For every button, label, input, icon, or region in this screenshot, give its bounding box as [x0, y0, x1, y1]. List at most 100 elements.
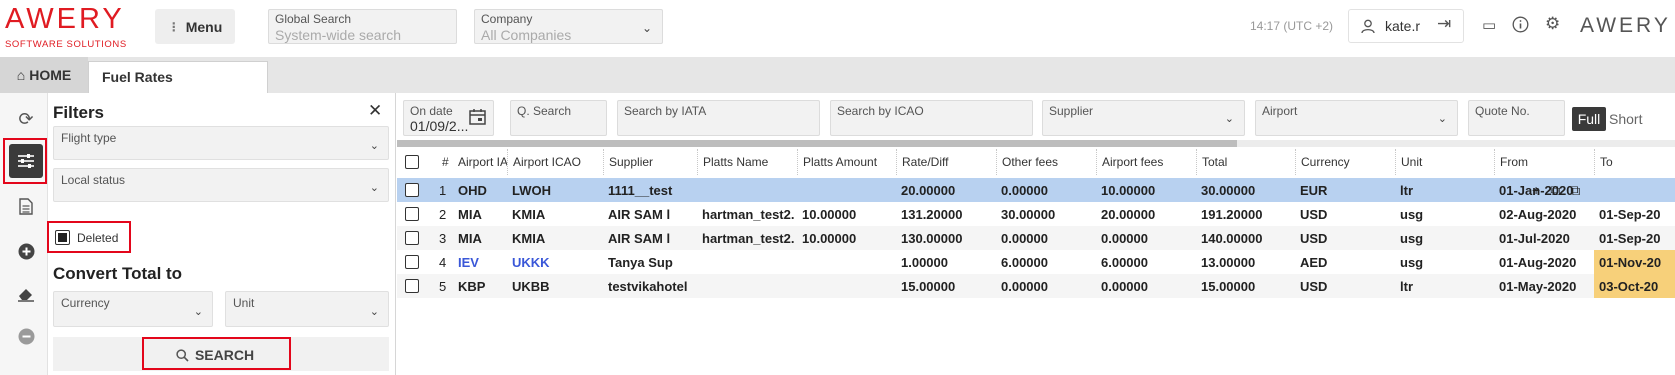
flight-type-select[interactable]: Flight type ⌄ — [53, 126, 389, 160]
username: kate.r — [1385, 18, 1421, 34]
tab-fuel-rates[interactable]: Fuel Rates — [88, 61, 268, 93]
cell-from: 01-Jul-2020 — [1499, 230, 1570, 246]
clock-time: 14:17 (UTC +2) — [1250, 19, 1334, 33]
add-button[interactable] — [9, 234, 43, 268]
table-row[interactable]: 4 IEV UKKK Tanya Sup 1.00000 6.00000 6.0… — [397, 250, 1675, 274]
col-other-fees[interactable]: Other fees — [996, 149, 1096, 175]
remove-button[interactable] — [9, 319, 43, 353]
cell-airport-fees: 0.00000 — [1101, 278, 1148, 294]
global-search-label: Global Search — [275, 12, 352, 26]
table-row[interactable]: 3 MIA KMIA AIR SAM l hartman_test2. 10.0… — [397, 226, 1675, 250]
cell-iata: MIA — [458, 206, 482, 222]
cell-total: 15.00000 — [1201, 278, 1256, 294]
table-row[interactable]: 5 KBP UKBB testvikahotel 15.00000 0.0000… — [397, 274, 1675, 298]
quote-number-input[interactable]: Quote No. — [1468, 100, 1565, 136]
row-checkbox[interactable] — [405, 255, 419, 269]
col-currency[interactable]: Currency — [1295, 149, 1395, 175]
info-icon[interactable] — [1512, 16, 1529, 33]
row-number: 5 — [439, 278, 447, 294]
horizontal-scrollbar[interactable] — [397, 140, 1675, 147]
company-label: Company — [481, 12, 533, 26]
chevron-down-icon: ⌄ — [641, 21, 652, 35]
refresh-icon: ⟳ — [18, 108, 34, 129]
cell-supplier: AIR SAM l — [608, 206, 671, 222]
menu-button[interactable]: ⋮ Menu — [155, 9, 235, 44]
unit-select[interactable]: Unit ⌄ — [225, 291, 389, 327]
row-select-cell — [397, 178, 427, 202]
cell-platts-amount: 10.00000 — [802, 206, 857, 222]
tab-home[interactable]: ⌂ HOME — [0, 57, 88, 93]
chat-icon[interactable]: ▭ — [1482, 16, 1496, 34]
supplier-select[interactable]: Supplier ⌄ — [1042, 100, 1245, 136]
chevron-down-icon: ⌄ — [369, 182, 379, 194]
col-airport-iata[interactable]: Airport IATA — [453, 149, 507, 175]
cell-platts-amount — [797, 250, 896, 274]
company-value: All Companies — [481, 27, 572, 43]
highlight-box — [47, 221, 131, 253]
calendar-icon[interactable] — [469, 108, 486, 125]
cell-platts-amount: 10.00000 — [802, 230, 857, 246]
filters-title: Filters — [53, 103, 105, 122]
col-platts-name[interactable]: Platts Name — [697, 149, 797, 175]
scrollbar-thumb[interactable] — [397, 140, 1237, 147]
row-checkbox[interactable] — [405, 279, 419, 293]
row-checkbox[interactable] — [405, 231, 419, 245]
copy-icon[interactable]: ⧉ — [1570, 182, 1580, 199]
col-platts-amount[interactable]: Platts Amount — [797, 149, 896, 175]
airport-select[interactable]: Airport ⌄ — [1255, 100, 1458, 136]
select-all-checkbox[interactable] — [405, 155, 419, 169]
row-checkbox[interactable] — [405, 183, 419, 197]
right-logo: AWERY — [1580, 14, 1671, 37]
cell-other-fees: 0.00000 — [1001, 182, 1048, 198]
table-row[interactable]: 2 MIA KMIA AIR SAM l hartman_test2. 10.0… — [397, 202, 1675, 226]
convert-total-title: Convert Total to — [53, 264, 183, 283]
cell-iata-link[interactable]: IEV — [453, 250, 507, 274]
tab-home-label: HOME — [29, 67, 72, 83]
col-unit[interactable]: Unit — [1395, 149, 1494, 175]
col-from[interactable]: From — [1494, 149, 1594, 175]
currency-label: Currency — [61, 296, 110, 310]
cell-icao: KMIA — [512, 230, 546, 246]
awery-logo[interactable]: AWERY SOFTWARE SOLUTIONS — [5, 4, 127, 50]
document-button[interactable] — [9, 189, 43, 223]
chevron-down-icon: ⌄ — [369, 306, 379, 318]
logo-word: AWERY — [5, 3, 125, 35]
company-select[interactable]: Company All Companies ⌄ — [474, 9, 663, 44]
currency-select[interactable]: Currency ⌄ — [53, 291, 213, 327]
fuel-rates-content: On date 01/09/2... Q. Search Search by I… — [397, 93, 1675, 375]
on-date-input[interactable]: On date 01/09/2... — [403, 100, 494, 136]
iata-search-label: Search by IATA — [624, 104, 707, 118]
logout-icon[interactable]: ⇥ — [1437, 14, 1451, 34]
icao-search-input[interactable]: Search by ICAO — [830, 100, 1033, 136]
copy-icon[interactable]: ⧉ — [1550, 182, 1560, 199]
local-status-select[interactable]: Local status ⌄ — [53, 168, 389, 202]
view-full-toggle[interactable]: Full — [1572, 107, 1606, 131]
user-icon — [1361, 19, 1375, 33]
cell-supplier: Tanya Sup — [608, 254, 673, 270]
col-to[interactable]: To — [1594, 149, 1675, 175]
view-short-toggle[interactable]: Short — [1609, 107, 1642, 131]
cell-from: 01-May-2020 — [1499, 278, 1577, 294]
cell-rate: 20.00000 — [901, 182, 956, 198]
cell-currency: USD — [1300, 206, 1328, 222]
close-icon[interactable]: ✕ — [368, 101, 382, 121]
quick-search-input[interactable]: Q. Search — [510, 100, 607, 136]
global-search-input[interactable]: Global Search System-wide search — [268, 9, 457, 44]
cell-icao-link[interactable]: UKKK — [507, 250, 603, 274]
row-checkbox[interactable] — [405, 207, 419, 221]
col-rate-diff[interactable]: Rate/Diff — [896, 149, 996, 175]
iata-search-input[interactable]: Search by IATA — [617, 100, 820, 136]
col-airport-icao[interactable]: Airport ICAO — [507, 149, 603, 175]
col-supplier[interactable]: Supplier — [603, 149, 697, 175]
refresh-button[interactable]: ⟳ — [9, 102, 43, 136]
row-number: 1 — [439, 182, 447, 198]
cell-platts-name — [697, 274, 797, 298]
col-airport-fees[interactable]: Airport fees — [1096, 149, 1196, 175]
cell-unit: ltr — [1400, 182, 1413, 198]
icon-rail: ⟳ — [0, 93, 48, 375]
gear-icon[interactable]: ⚙ — [1545, 14, 1560, 34]
add-row-icon[interactable]: + — [1532, 182, 1540, 198]
table-row[interactable]: 1 OHD LWOH 1111__test 20.00000 0.00000 1… — [397, 178, 1675, 202]
clear-button[interactable] — [9, 277, 43, 311]
col-total[interactable]: Total — [1196, 149, 1295, 175]
